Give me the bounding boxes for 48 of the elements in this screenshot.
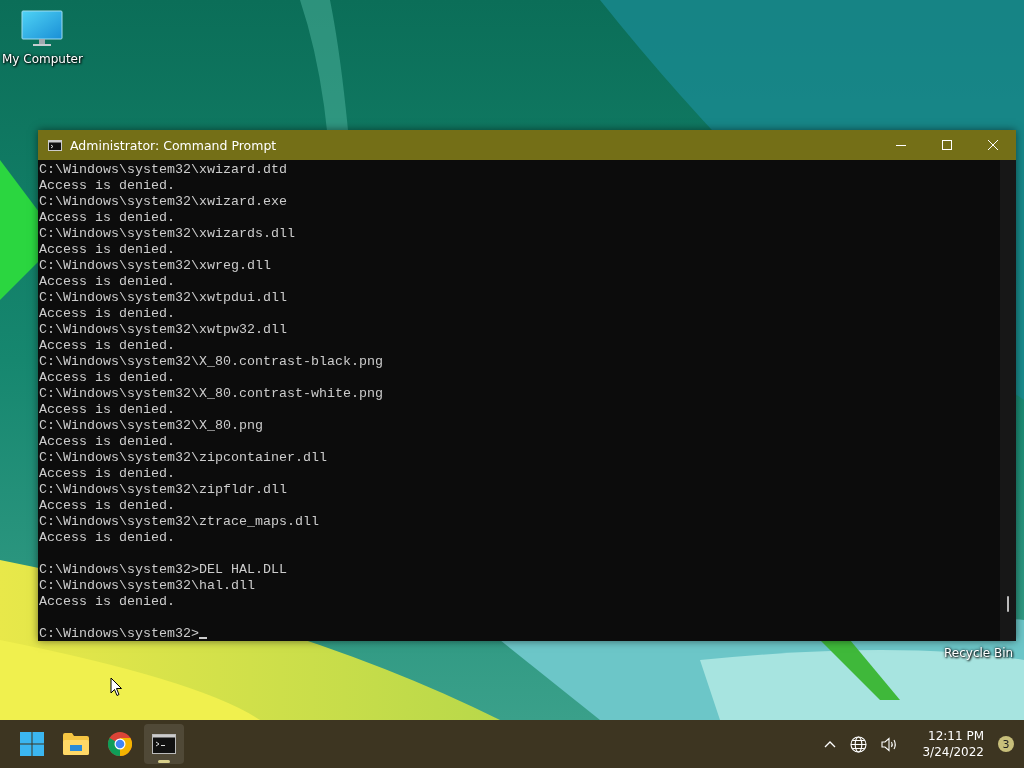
console-line: Access is denied.: [39, 498, 175, 514]
console-icon: [48, 139, 62, 151]
console-line: Access is denied.: [39, 242, 175, 258]
console-line: Access is denied.: [39, 402, 175, 418]
folder-icon: [63, 733, 89, 755]
console-line: C:\Windows\system32\xwtpdui.dll: [39, 290, 287, 306]
scrollbar-thumb[interactable]: [1007, 596, 1009, 612]
close-icon: [988, 140, 998, 150]
console-line: C:\Windows\system32\xwizard.dtd: [39, 162, 287, 178]
monitor-icon: [21, 10, 64, 48]
maximize-icon: [942, 140, 952, 150]
windows-logo-icon: [20, 732, 44, 756]
console-line: C:\Windows\system32>: [39, 626, 207, 642]
minimize-icon: [896, 144, 906, 146]
console-line: C:\Windows\system32\X_80.contrast-white.png: [39, 386, 383, 402]
console-line: C:\Windows\system32\ztrace_maps.dll: [39, 514, 319, 530]
console-line: Access is denied.: [39, 306, 175, 322]
window-title: Administrator: Command Prompt: [70, 137, 278, 153]
console-line: Access is denied.: [39, 530, 175, 546]
console-line: C:\Windows\system32\zipcontainer.dll: [39, 450, 327, 466]
globe-icon[interactable]: [850, 735, 868, 753]
console-line: Access is denied.: [39, 594, 175, 610]
mouse-pointer-icon: [110, 677, 123, 697]
console-line: Access is denied.: [39, 274, 175, 290]
clock-time[interactable]: 12:11 PM: [928, 728, 984, 744]
clock-date[interactable]: 3/24/2022: [922, 744, 984, 760]
console-line: C:\Windows\system32\X_80.png: [39, 418, 263, 434]
chevron-up-icon[interactable]: [824, 740, 837, 748]
icon-label[interactable]: My Computer: [2, 52, 83, 66]
console-line: C:\Windows\system32\xwizard.exe: [39, 194, 287, 210]
console-line: Access is denied.: [39, 370, 175, 386]
console-line: Access is denied.: [39, 210, 175, 226]
console-line: C:\Windows\system32\hal.dll: [39, 578, 255, 594]
console-line: C:\Windows\system32\X_80.contrast-black.png: [39, 354, 383, 370]
console-line: Access is denied.: [39, 434, 175, 450]
notification-badge[interactable]: 3: [998, 736, 1014, 752]
console-line: C:\Windows\system32>DEL HAL.DLL: [39, 562, 287, 578]
console-line: C:\Windows\system32\xwtpw32.dll: [39, 322, 287, 338]
console-line: Access is denied.: [39, 178, 175, 194]
scrollbar[interactable]: [1000, 160, 1016, 641]
browser-icon: [108, 732, 132, 756]
console-line: C:\Windows\system32\zipfldr.dll: [39, 482, 287, 498]
taskbar-button[interactable]: [144, 724, 184, 764]
console-icon: [152, 734, 176, 754]
console-line: C:\Windows\system32\xwreg.dll: [39, 258, 271, 274]
console-line: Access is denied.: [39, 466, 175, 482]
console-line: Access is denied.: [39, 338, 175, 354]
console-line: C:\Windows\system32\xwizards.dll: [39, 226, 295, 242]
